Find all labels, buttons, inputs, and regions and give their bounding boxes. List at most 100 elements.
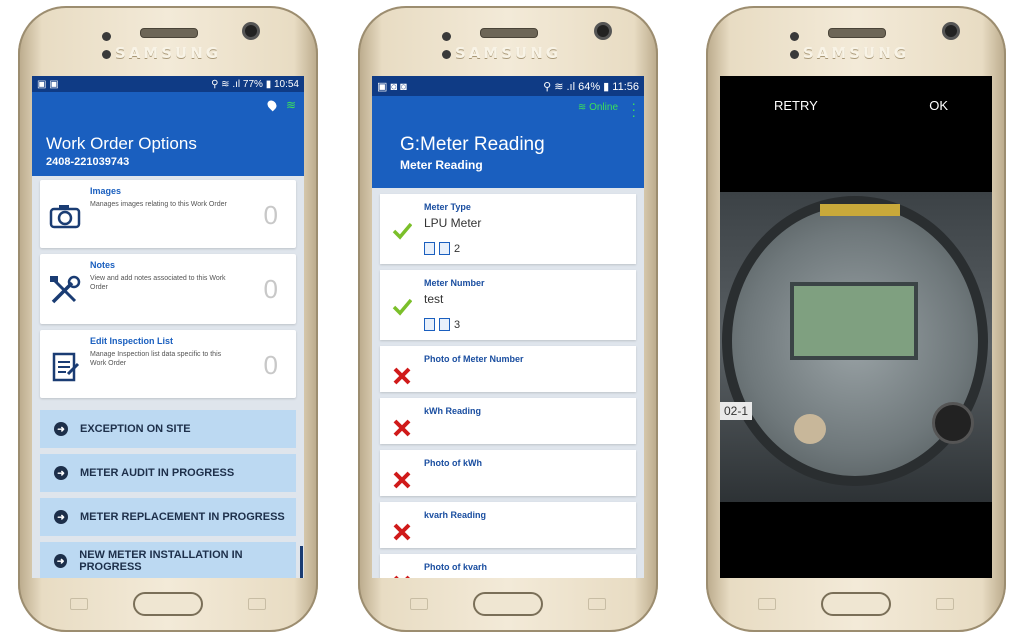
back-key[interactable] xyxy=(588,598,606,610)
cross-icon xyxy=(393,523,411,541)
sensor-dots xyxy=(102,28,124,59)
inspection-count: 0 xyxy=(263,350,278,380)
action-label: EXCEPTION ON SITE xyxy=(80,423,191,435)
back-key[interactable] xyxy=(936,598,954,610)
action-label: NEW METER INSTALLATION IN PROGRESS xyxy=(79,549,243,573)
page-title: Work Order Options xyxy=(46,134,197,153)
item-photo-kwh[interactable]: Photo of kWh xyxy=(380,450,636,496)
phone-work-order-options: SAMSUNG ▣ ▣ ⚲ ≋ .ıl 77% ▮ 10:54 ≋ Work O… xyxy=(18,6,318,632)
action-label: METER AUDIT IN PROGRESS xyxy=(80,467,235,479)
front-camera xyxy=(942,22,960,40)
item-meter-type[interactable]: Meter Type LPU Meter 2 xyxy=(380,194,636,264)
recent-apps-key[interactable] xyxy=(758,598,776,610)
inspection-card[interactable]: Edit Inspection List Manage Inspection l… xyxy=(40,330,296,398)
images-title: Images xyxy=(90,186,122,196)
location-icon xyxy=(265,98,279,112)
item-value: LPU Meter xyxy=(424,216,482,230)
item-title: Meter Number xyxy=(424,278,485,288)
item-title: Photo of kWh xyxy=(424,458,482,468)
item-meter-number[interactable]: Meter Number test 3 xyxy=(380,270,636,340)
attachment-count: 3 xyxy=(454,318,461,331)
online-indicator: ≋ Online xyxy=(578,102,618,113)
notification-icons: ▣ ◙ ◙ xyxy=(377,80,407,93)
item-title: Meter Type xyxy=(424,202,471,212)
recent-apps-key[interactable] xyxy=(70,598,88,610)
notes-card[interactable]: Notes View and add notes associated to t… xyxy=(40,254,296,324)
meter-knob xyxy=(932,402,974,444)
sensor-dots xyxy=(442,28,464,59)
brand-logo: SAMSUNG xyxy=(454,44,562,62)
sensor-dots xyxy=(790,28,812,59)
notes-desc: View and add notes associated to this Wo… xyxy=(90,275,226,291)
arrow-right-icon: ➜ xyxy=(54,510,68,524)
item-title: kWh Reading xyxy=(424,406,482,416)
page-title: G:Meter Reading xyxy=(400,134,545,155)
attachment-count: 2 xyxy=(454,242,461,255)
notes-count: 0 xyxy=(263,274,278,304)
attachments: 2 xyxy=(424,242,460,255)
tools-icon xyxy=(50,275,81,304)
action-new-meter-installation[interactable]: ➜ NEW METER INSTALLATION IN PROGRESS xyxy=(40,542,296,578)
wifi-icon: ≋ xyxy=(285,98,296,112)
action-label: METER REPLACEMENT IN PROGRESS xyxy=(80,511,285,523)
cross-icon xyxy=(394,575,410,578)
document-icon[interactable] xyxy=(424,242,435,255)
item-kvarh-reading[interactable]: kvarh Reading xyxy=(380,502,636,548)
meter-id-label: 02-1 xyxy=(720,402,753,420)
recent-apps-key[interactable] xyxy=(410,598,428,610)
overflow-menu-icon[interactable]: · · · xyxy=(631,96,636,122)
action-meter-replacement[interactable]: ➜ METER REPLACEMENT IN PROGRESS xyxy=(40,498,296,536)
phone-camera-preview: SAMSUNG RETRY OK 02-1 xyxy=(706,6,1006,632)
work-order-number: 2408-221039743 xyxy=(46,156,130,168)
retry-button[interactable]: RETRY xyxy=(774,98,818,113)
front-camera xyxy=(242,22,260,40)
arrow-right-icon: ➜ xyxy=(54,554,68,568)
images-card[interactable]: Images Manages images relating to this W… xyxy=(40,180,296,248)
online-label: Online xyxy=(589,102,618,113)
wifi-icon: ≋ xyxy=(577,102,590,113)
attachments: 3 xyxy=(424,318,460,331)
ok-button[interactable]: OK xyxy=(929,98,948,113)
earpiece-speaker xyxy=(828,28,886,38)
cross-icon xyxy=(393,367,411,385)
item-kwh-reading[interactable]: kWh Reading xyxy=(380,398,636,444)
meter-reset-lock xyxy=(794,414,826,444)
check-icon xyxy=(392,298,412,316)
item-title: Photo of kvarh xyxy=(424,562,488,572)
phone-meter-reading: SAMSUNG ▣ ◙ ◙ ⚲ ≋ .ıl 64% ▮ 11:56 ≋ Onli… xyxy=(358,6,658,632)
status-right: ⚲ ≋ .ıl 64% ▮ 11:56 xyxy=(543,80,639,93)
notes-title: Notes xyxy=(90,260,116,270)
check-icon xyxy=(392,222,412,240)
meter-label-tag xyxy=(820,204,900,216)
back-key[interactable] xyxy=(248,598,266,610)
cross-icon xyxy=(393,471,411,489)
item-title: Photo of Meter Number xyxy=(424,354,524,364)
checklist-icon xyxy=(52,352,80,382)
page-subtitle: Meter Reading xyxy=(400,158,483,172)
app-bar: ≋ Online · · · G:Meter Reading Meter Readi… xyxy=(372,96,644,188)
home-button[interactable] xyxy=(821,592,891,616)
app-bar: ≋ Work Order Options 2408-221039743 xyxy=(32,92,304,176)
image-icon[interactable] xyxy=(439,242,450,255)
arrow-right-icon: ➜ xyxy=(54,422,68,436)
captured-photo: 02-1 xyxy=(720,192,992,502)
brand-logo: SAMSUNG xyxy=(114,44,222,62)
images-desc: Manages images relating to this Work Ord… xyxy=(90,201,227,208)
home-button[interactable] xyxy=(133,592,203,616)
cross-icon xyxy=(393,419,411,437)
document-icon[interactable] xyxy=(424,318,435,331)
earpiece-speaker xyxy=(480,28,538,38)
action-meter-audit[interactable]: ➜ METER AUDIT IN PROGRESS xyxy=(40,454,296,492)
item-photo-meter-number[interactable]: Photo of Meter Number xyxy=(380,346,636,392)
brand-logo: SAMSUNG xyxy=(802,44,910,62)
status-left: ▣ ▣ xyxy=(37,78,59,90)
item-photo-kvarh[interactable]: Photo of kvarh xyxy=(380,554,636,578)
image-icon[interactable] xyxy=(439,318,450,331)
status-right: ⚲ ≋ .ıl 77% ▮ 10:54 xyxy=(211,78,299,90)
item-value: test xyxy=(424,292,444,306)
home-button[interactable] xyxy=(473,592,543,616)
action-exception-on-site[interactable]: ➜ EXCEPTION ON SITE xyxy=(40,410,296,448)
camera-icon xyxy=(49,205,81,229)
scrollbar[interactable] xyxy=(300,546,303,578)
arrow-right-icon: ➜ xyxy=(54,466,68,480)
